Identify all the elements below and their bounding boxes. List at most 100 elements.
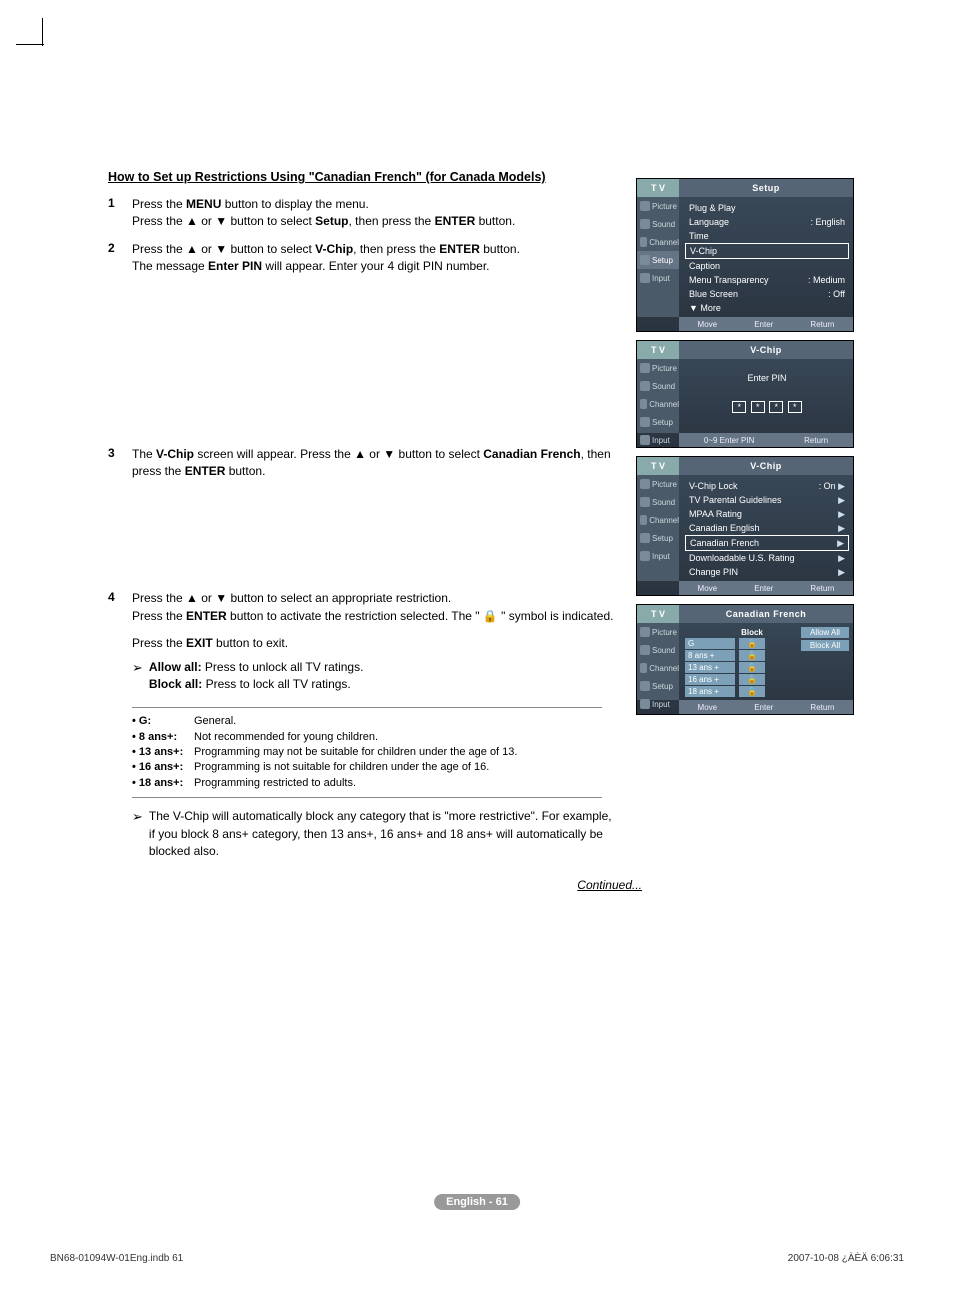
rating-level[interactable]: 8 ans + [685,650,735,661]
menu-icon [640,515,647,525]
osd-row-label: MPAA Rating [689,508,742,520]
menu-icon [640,645,650,655]
osd-menu-row[interactable]: Time [685,229,849,243]
lock-icon[interactable]: 🔒 [739,686,765,697]
exit-line: Press the EXIT button to exit. [132,635,618,652]
osd-menu-row[interactable]: Language: English [685,215,849,229]
osd-menu-row[interactable]: V-Chip Lock: On ▶ [685,479,849,493]
osd-side-item[interactable]: Channel [637,511,679,529]
osd-side-item[interactable]: Picture [637,197,679,215]
osd-menu-row[interactable]: Plug & Play [685,201,849,215]
t: Press to unlock all TV ratings. [202,660,364,674]
osd-side-item[interactable]: Picture [637,475,679,493]
osd-side-item[interactable]: Setup [637,251,679,269]
step-2-body: Press the ▲ or ▼ button to select V-Chip… [132,241,618,276]
osd-side-label: Setup [652,418,673,427]
pin-field[interactable]: * * * * [685,401,849,413]
osd-side-item[interactable]: Channel [637,659,679,677]
t: button to activate the restriction selec… [227,609,614,623]
pointer-icon: ➢ [132,808,143,860]
osd-row-value: : English [810,216,845,228]
osd-menu-row[interactable]: Canadian English ▶ [685,521,849,535]
osd-side-item[interactable]: Channel [637,395,679,413]
osd-menu-row[interactable]: Canadian French ▶ [685,535,849,551]
step-4-body: Press the ▲ or ▼ button to select an app… [132,590,618,625]
lock-icon[interactable]: 🔒 [739,662,765,673]
osd-side-item[interactable]: Sound [637,641,679,659]
pin-digit[interactable]: * [788,401,802,413]
osd-menu-row[interactable]: Blue Screen: Off [685,287,849,301]
rating-level[interactable]: 16 ans + [685,674,735,685]
osd-title: V-Chip [679,341,853,359]
osd-side-item[interactable]: Input [637,269,679,287]
rating-level[interactable]: 13 ans + [685,662,735,673]
osd-side-item[interactable]: Input [637,431,679,448]
osd-side-label: Setup [652,256,673,265]
osd-side-item[interactable]: Picture [637,359,679,377]
pin-digit[interactable]: * [751,401,765,413]
rating-level[interactable]: G [685,638,735,649]
osd-side-label: Sound [652,498,675,507]
step-3-num: 3 [108,446,132,481]
osd-side-item[interactable]: Setup [637,677,679,695]
osd-title: V-Chip [679,457,853,475]
lock-icon[interactable]: 🔒 [739,674,765,685]
osd-title: Canadian French [679,605,853,623]
block-all-button[interactable]: Block All [801,640,849,651]
allow-block-note: ➢ Allow all: Press to unlock all TV rati… [132,659,618,694]
osd-menu-row[interactable]: Downloadable U.S. Rating ▶ [685,551,849,565]
osd-side-item[interactable]: Setup [637,413,679,431]
menu-icon [640,201,650,211]
osd-side-item[interactable]: Sound [637,493,679,511]
osd-side-label: Channel [649,238,679,247]
step-3-body: The V-Chip screen will appear. Press the… [132,446,618,481]
allow-all-button[interactable]: Allow All [801,627,849,638]
t: Enter PIN [208,259,262,273]
osd-menu-row[interactable]: Menu Transparency: Medium [685,273,849,287]
osd-menu-row[interactable]: Change PIN ▶ [685,565,849,579]
chevron-right-icon: ▶ [838,553,845,563]
osd-side-label: Sound [652,382,675,391]
pin-digit[interactable]: * [732,401,746,413]
osd-side-item[interactable]: Input [637,547,679,565]
step-4-num: 4 [108,590,132,625]
osd-vchip: T V V-Chip PictureSoundChannelSetupInput… [636,456,854,596]
pin-digit[interactable]: * [769,401,783,413]
t: MENU [186,197,221,211]
osd-side-label: Input [652,552,670,561]
osd-menu-row[interactable]: MPAA Rating ▶ [685,507,849,521]
chevron-right-icon: ▶ [838,523,845,533]
t: V-Chip [315,242,353,256]
rating-desc: Programming is not suitable for children… [194,760,489,775]
osd-title: Setup [679,179,853,197]
menu-icon [640,533,650,543]
t: button. [225,464,265,478]
osd-menu-row[interactable]: ▼ More [685,301,849,315]
note-text: The V-Chip will automatically block any … [149,808,618,860]
osd-side-label: Setup [652,682,673,691]
osd-side-label: Sound [652,646,675,655]
osd-side-item[interactable]: Picture [637,623,679,641]
osd-row-label: Downloadable U.S. Rating [689,552,795,564]
osd-side-item[interactable]: Setup [637,529,679,547]
t: Press the [132,197,186,211]
rating-level[interactable]: 18 ans + [685,686,735,697]
osd-row-label: V-Chip Lock [689,480,738,492]
osd-tv-label: T V [637,605,679,623]
osd-menu-row[interactable]: TV Parental Guidelines ▶ [685,493,849,507]
osd-foot-hint: Enter [754,320,773,329]
osd-side-item[interactable]: Sound [637,377,679,395]
osd-menu-row[interactable]: V-Chip [685,243,849,259]
lock-icon[interactable]: 🔒 [739,650,765,661]
osd-side-label: Channel [649,400,679,409]
print-footer-left: BN68-01094W-01Eng.indb 61 [50,1253,183,1264]
osd-menu-row[interactable]: Caption [685,259,849,273]
osd-side-item[interactable]: Input [637,695,679,713]
menu-icon [640,237,647,247]
t: Allow all: [149,660,202,674]
osd-side-item[interactable]: Sound [637,215,679,233]
osd-side-item[interactable]: Channel [637,233,679,251]
lock-icon[interactable]: 🔒 [739,638,765,649]
t: ENTER [185,464,226,478]
t: ENTER [439,242,480,256]
